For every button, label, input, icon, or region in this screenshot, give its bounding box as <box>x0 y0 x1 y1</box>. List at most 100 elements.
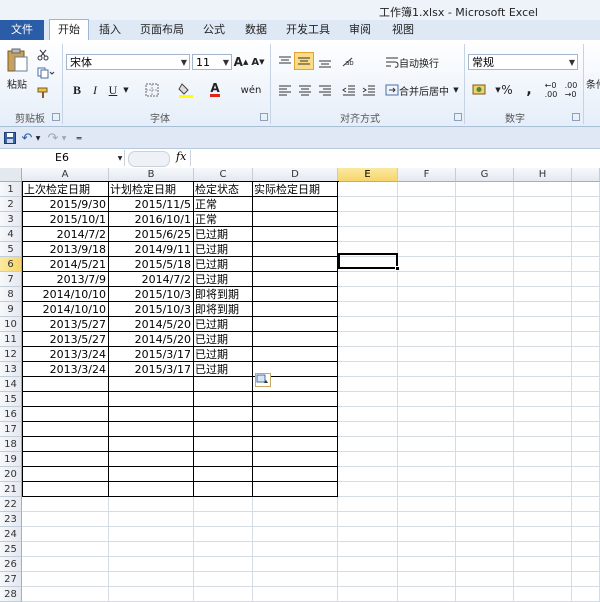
cell[interactable] <box>398 287 456 302</box>
increase-decimal-icon[interactable]: ←0.00 <box>542 81 560 99</box>
cell[interactable] <box>456 257 514 272</box>
cell[interactable] <box>398 347 456 362</box>
chevron-down-icon[interactable]: ▼ <box>60 131 68 145</box>
row-header-16[interactable]: 16 <box>0 407 22 422</box>
cell[interactable] <box>253 527 338 542</box>
table-data-cell[interactable] <box>253 332 338 347</box>
cell[interactable] <box>514 302 572 317</box>
table-data-cell[interactable]: 2014/5/20 <box>109 332 194 347</box>
table-data-cell[interactable]: 2015/9/30 <box>22 197 109 212</box>
cell[interactable] <box>338 557 398 572</box>
cell[interactable] <box>253 542 338 557</box>
cell[interactable] <box>572 302 600 317</box>
row-header-28[interactable]: 28 <box>0 587 22 602</box>
row-header-8[interactable]: 8 <box>0 287 22 302</box>
table-data-cell[interactable]: 2015/6/25 <box>109 227 194 242</box>
cell[interactable] <box>456 557 514 572</box>
cell[interactable] <box>338 407 398 422</box>
cell[interactable] <box>456 392 514 407</box>
table-data-cell[interactable] <box>253 317 338 332</box>
cell[interactable] <box>22 572 109 587</box>
cell[interactable] <box>398 452 456 467</box>
cell[interactable] <box>109 422 194 437</box>
cell[interactable] <box>338 227 398 242</box>
table-data-cell[interactable]: 2014/9/11 <box>109 242 194 257</box>
table-data-cell[interactable]: 2015/11/5 <box>109 197 194 212</box>
cell[interactable] <box>109 527 194 542</box>
auto-fill-options-icon[interactable] <box>255 373 271 387</box>
cell[interactable] <box>109 407 194 422</box>
cell[interactable] <box>514 227 572 242</box>
cell[interactable] <box>109 377 194 392</box>
tab-formulas[interactable]: 公式 <box>198 20 230 40</box>
cell[interactable] <box>194 437 253 452</box>
cell[interactable] <box>338 182 398 197</box>
cell[interactable] <box>22 497 109 512</box>
align-right-icon[interactable] <box>316 82 334 98</box>
column-header-c[interactable]: C <box>194 168 253 182</box>
table-data-cell[interactable]: 2016/10/1 <box>109 212 194 227</box>
cell[interactable] <box>514 587 572 602</box>
row-header-20[interactable]: 20 <box>0 467 22 482</box>
cell[interactable] <box>456 347 514 362</box>
cell[interactable] <box>22 452 109 467</box>
cell[interactable] <box>338 497 398 512</box>
underline-button[interactable]: U <box>106 82 120 98</box>
cell[interactable] <box>253 467 338 482</box>
cell[interactable] <box>338 392 398 407</box>
cell[interactable] <box>194 512 253 527</box>
tab-home[interactable]: 开始 <box>49 19 89 40</box>
font-color-icon[interactable]: A <box>204 80 226 98</box>
clipboard-launcher-icon[interactable] <box>52 113 60 121</box>
cell[interactable] <box>456 377 514 392</box>
cell[interactable] <box>514 512 572 527</box>
chevron-down-icon[interactable]: ▼ <box>122 82 130 98</box>
row-header-21[interactable]: 21 <box>0 482 22 497</box>
cell[interactable] <box>456 212 514 227</box>
cell[interactable] <box>572 182 600 197</box>
cell[interactable] <box>514 482 572 497</box>
row-header-22[interactable]: 22 <box>0 497 22 512</box>
cell[interactable] <box>398 557 456 572</box>
table-data-cell[interactable]: 2015/10/1 <box>22 212 109 227</box>
decrease-decimal-icon[interactable]: .00 →0 <box>562 81 580 99</box>
table-data-cell[interactable] <box>253 242 338 257</box>
fill-color-icon[interactable] <box>176 82 198 98</box>
align-middle-icon[interactable] <box>294 52 314 70</box>
cell[interactable] <box>398 332 456 347</box>
cell[interactable] <box>514 392 572 407</box>
table-data-cell[interactable] <box>253 197 338 212</box>
cell[interactable] <box>22 527 109 542</box>
table-data-cell[interactable]: 2013/9/18 <box>22 242 109 257</box>
cell[interactable] <box>456 332 514 347</box>
cell[interactable] <box>253 437 338 452</box>
formula-input[interactable] <box>190 150 600 166</box>
row-header-26[interactable]: 26 <box>0 557 22 572</box>
cell[interactable] <box>456 452 514 467</box>
table-header-cell[interactable]: 实际检定日期 <box>253 182 338 197</box>
cell[interactable] <box>194 452 253 467</box>
cell[interactable] <box>194 392 253 407</box>
copy-icon[interactable] <box>36 66 56 80</box>
cell[interactable] <box>22 422 109 437</box>
cell[interactable] <box>572 332 600 347</box>
merge-center-button[interactable]: 合并后居中 <box>399 82 451 98</box>
row-header-2[interactable]: 2 <box>0 197 22 212</box>
cell[interactable] <box>109 482 194 497</box>
table-data-cell[interactable]: 2014/7/2 <box>22 227 109 242</box>
cell[interactable] <box>194 482 253 497</box>
cell[interactable] <box>514 242 572 257</box>
cell[interactable] <box>194 587 253 602</box>
table-data-cell[interactable]: 即将到期 <box>194 287 253 302</box>
table-data-cell[interactable]: 已过期 <box>194 257 253 272</box>
cell[interactable] <box>456 542 514 557</box>
row-header-7[interactable]: 7 <box>0 272 22 287</box>
row-header-24[interactable]: 24 <box>0 527 22 542</box>
cell[interactable] <box>253 572 338 587</box>
save-icon[interactable] <box>3 131 17 145</box>
cell[interactable] <box>338 542 398 557</box>
table-data-cell[interactable]: 已过期 <box>194 362 253 377</box>
cell[interactable] <box>572 197 600 212</box>
table-data-cell[interactable] <box>253 347 338 362</box>
column-header-e[interactable]: E <box>338 168 398 182</box>
